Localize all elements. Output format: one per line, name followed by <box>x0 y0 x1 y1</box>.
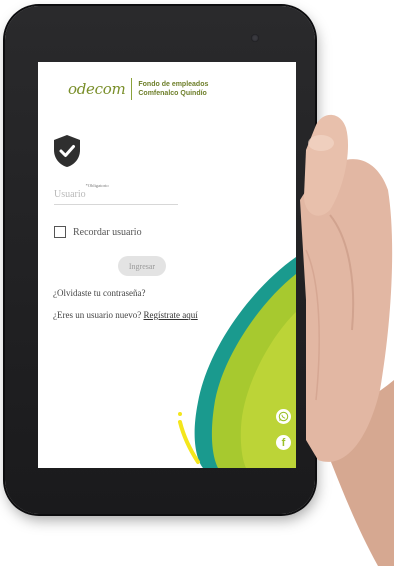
forgot-password-link[interactable]: ¿Olvidaste tu contraseña? <box>53 288 145 298</box>
login-button[interactable]: Ingresar <box>118 256 166 276</box>
register-prompt: ¿Eres un usuario nuevo? <box>53 310 142 320</box>
register-link[interactable]: Regístrate aquí <box>143 310 197 320</box>
brand-logo: odecom Fondo de empleados Comfenalco Qui… <box>68 78 208 100</box>
required-marker: *Obligatorio <box>85 183 109 188</box>
logo-line-1: Fondo de empleados <box>138 81 209 88</box>
app-screen: odecom Fondo de empleados Comfenalco Qui… <box>38 62 296 468</box>
username-placeholder: Usuario <box>54 189 86 200</box>
logo-subtitle: Fondo de empleados Comfenalco Quindío <box>138 80 208 98</box>
facebook-icon: f <box>281 436 286 449</box>
remember-label: Recordar usuario <box>73 226 142 238</box>
register-row: ¿Eres un usuario nuevo? Regístrate aquí <box>53 310 198 320</box>
remember-checkbox[interactable] <box>54 226 66 238</box>
facebook-button[interactable]: f <box>276 435 291 450</box>
decorative-waves <box>178 257 296 468</box>
front-camera <box>251 34 259 42</box>
shield-check-icon <box>54 135 80 167</box>
logo-line-2: Comfenalco Quindío <box>138 90 207 97</box>
logo-wordmark: odecom <box>68 80 126 98</box>
logo-divider <box>131 78 133 100</box>
remember-user-option[interactable]: Recordar usuario <box>54 226 142 238</box>
whatsapp-button[interactable] <box>276 409 291 424</box>
tablet-device: odecom Fondo de empleados Comfenalco Qui… <box>5 6 315 514</box>
whatsapp-icon <box>278 411 289 422</box>
username-input[interactable]: Usuario*Obligatorio <box>54 182 178 205</box>
